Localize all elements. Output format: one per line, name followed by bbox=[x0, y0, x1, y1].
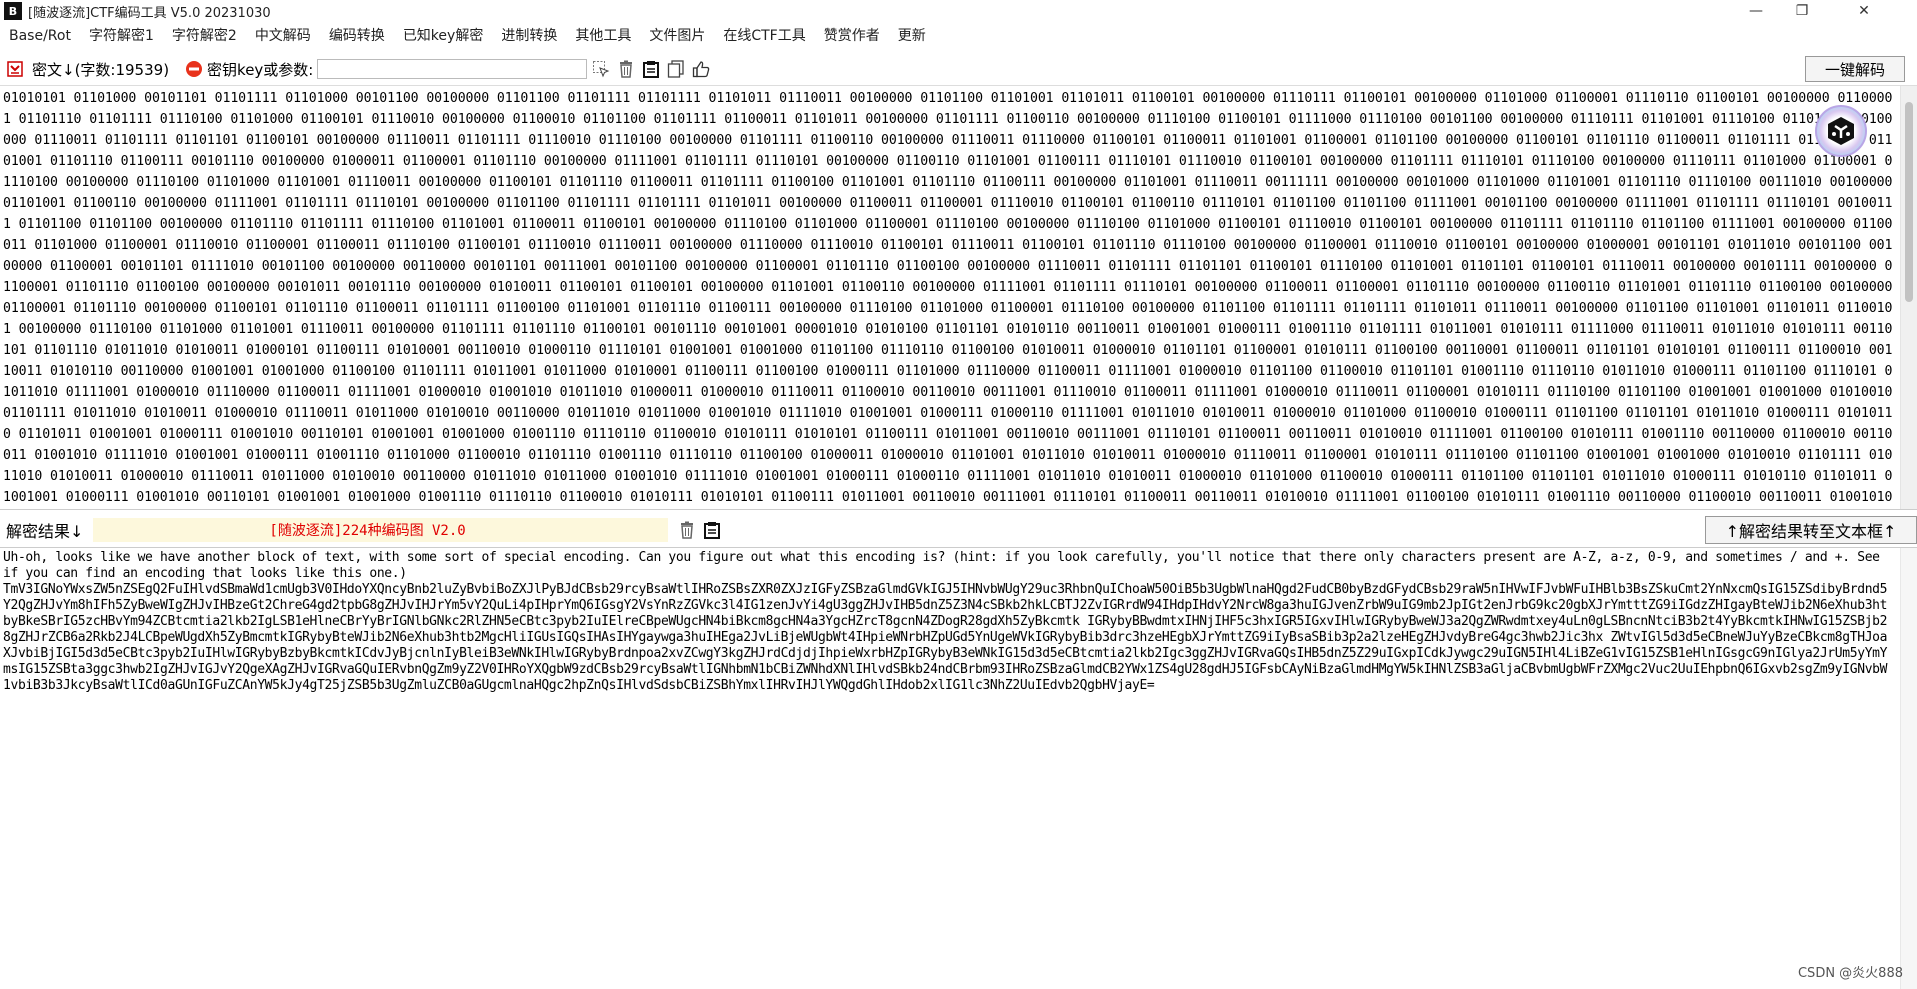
menu-char-decrypt-1[interactable]: 字符解密1 bbox=[80, 24, 163, 48]
cipher-scrollbar[interactable] bbox=[1900, 86, 1917, 509]
copy-icon[interactable] bbox=[665, 58, 687, 80]
menu-encoding-convert[interactable]: 编码转换 bbox=[320, 24, 394, 48]
maximize-button[interactable]: ❐ bbox=[1779, 0, 1825, 22]
app-logo-icon: B bbox=[4, 2, 22, 20]
menu-file-image[interactable]: 文件图片 bbox=[640, 24, 714, 48]
menu-known-key-decrypt[interactable]: 已知key解密 bbox=[394, 24, 493, 48]
window-title: [随波逐流]CTF编码工具 V5.0 20231030 bbox=[28, 5, 271, 21]
cipher-text[interactable]: 01010101 01101000 00101101 01101111 0110… bbox=[3, 88, 1896, 508]
key-no-entry-icon bbox=[185, 60, 203, 78]
result-title-field: [随波逐流]224种编码图 V2.0 bbox=[93, 518, 669, 542]
result-paste-icon[interactable] bbox=[701, 519, 723, 541]
menu-bar: Base/Rot 字符解密1 字符解密2 中文解码 编码转换 已知key解密 进… bbox=[0, 24, 1917, 48]
result-toolbar: 解密结果↓ [随波逐流]224种编码图 V2.0 ↑解密结果转至文本框↑ bbox=[0, 516, 1917, 544]
menu-donate-author[interactable]: 赞赏作者 bbox=[815, 24, 889, 48]
one-click-decode-button[interactable]: 一键解码 bbox=[1805, 56, 1905, 82]
cipher-toolbar: 密文↓(字数:19539) 密钥key或参数: 一键解码 bbox=[0, 56, 1917, 82]
menu-radix-convert[interactable]: 进制转换 bbox=[492, 24, 566, 48]
key-input[interactable] bbox=[317, 59, 588, 79]
menu-update[interactable]: 更新 bbox=[889, 24, 935, 48]
result-text[interactable]: Uh-oh, looks like we have another block … bbox=[3, 550, 1893, 694]
thumbs-up-icon[interactable] bbox=[690, 58, 712, 80]
select-cursor-icon[interactable] bbox=[590, 58, 612, 80]
result-trash-icon[interactable] bbox=[676, 519, 698, 541]
close-button[interactable]: ✕ bbox=[1841, 0, 1887, 22]
floating-assistant-icon[interactable] bbox=[1815, 105, 1867, 157]
title-bar: B [随波逐流]CTF编码工具 V5.0 20231030 — ❐ ✕ bbox=[0, 0, 1917, 22]
result-label: 解密结果↓ bbox=[6, 522, 84, 541]
menu-other-tools[interactable]: 其他工具 bbox=[566, 24, 640, 48]
result-scrollbar[interactable] bbox=[1900, 548, 1917, 989]
cipher-label: 密文↓(字数:19539) bbox=[32, 60, 170, 79]
paste-icon[interactable] bbox=[640, 58, 662, 80]
menu-chinese-decode[interactable]: 中文解码 bbox=[246, 24, 320, 48]
menu-base-rot[interactable]: Base/Rot bbox=[0, 24, 80, 48]
menu-char-decrypt-2[interactable]: 字符解密2 bbox=[163, 24, 246, 48]
minimize-button[interactable]: — bbox=[1733, 0, 1779, 22]
trash-icon[interactable] bbox=[615, 58, 637, 80]
result-textarea[interactable]: Uh-oh, looks like we have another block … bbox=[0, 547, 1917, 989]
menu-online-ctf-tools[interactable]: 在线CTF工具 bbox=[714, 24, 814, 48]
key-label: 密钥key或参数: bbox=[207, 60, 314, 79]
cipher-file-icon[interactable] bbox=[6, 60, 24, 78]
cipher-scroll-thumb[interactable] bbox=[1905, 102, 1913, 302]
watermark: CSDN @炎火888 bbox=[1797, 966, 1903, 981]
result-to-textbox-button[interactable]: ↑解密结果转至文本框↑ bbox=[1705, 516, 1917, 544]
cipher-textarea[interactable]: 01010101 01101000 00101101 01101111 0110… bbox=[0, 85, 1917, 510]
